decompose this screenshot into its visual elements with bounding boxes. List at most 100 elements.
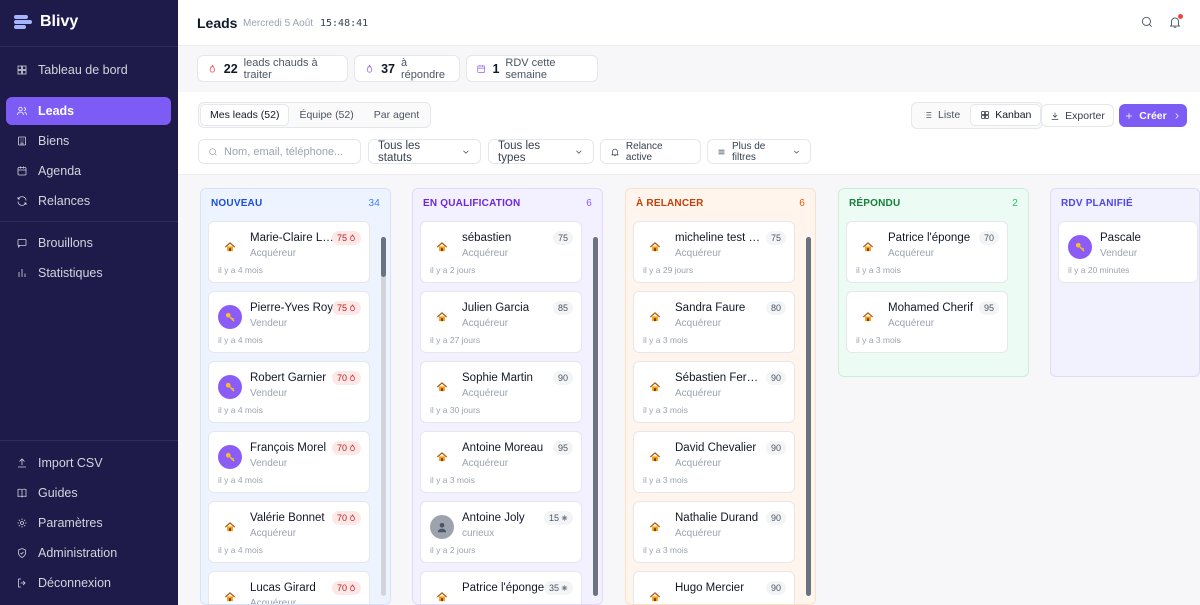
lead-role: Acquéreur [462, 458, 509, 469]
stat-to-answer[interactable]: 37 à répondre [354, 55, 460, 82]
sidebar-item-parametres[interactable]: Paramètres [6, 509, 171, 537]
house-avatar-icon [218, 515, 242, 539]
column-scrollbar[interactable] [806, 237, 811, 596]
create-button[interactable]: Créer [1119, 104, 1187, 127]
calendar-icon [16, 165, 28, 177]
stat-rdv-week[interactable]: 1 RDV cette semaine [466, 55, 598, 82]
page-title: Leads [197, 15, 238, 31]
sidebar-item-administration[interactable]: Administration [6, 539, 171, 567]
more-filters-button[interactable]: Plus de filtres [707, 139, 811, 164]
logout-icon [16, 577, 28, 589]
lead-name: Patrice l'éponge [462, 582, 545, 594]
lead-name: Antoine Moreau [462, 442, 544, 454]
lead-role: Acquéreur [675, 318, 722, 329]
lead-score-badge: 75 [552, 231, 573, 245]
lead-card[interactable]: Lucas Girard Acquéreur 70 [208, 571, 370, 604]
sidebar-item-agenda[interactable]: Agenda [6, 157, 171, 185]
column-count: 34 [368, 198, 380, 209]
lead-score: 70 [336, 443, 347, 453]
lead-role: Acquéreur [462, 248, 509, 259]
lead-name: Sandra Faure [675, 302, 746, 314]
lead-role: Vendeur [250, 458, 288, 469]
search-icon [209, 147, 217, 156]
lead-card[interactable]: sébastien Acquéreur il y a 2 jours 75 [420, 221, 582, 283]
lead-score-badge: 90 [552, 371, 573, 385]
search-icon[interactable] [1140, 15, 1154, 29]
status-filter-select[interactable]: Tous les statuts [368, 139, 481, 164]
lead-time: il y a 3 mois [643, 545, 688, 555]
book-icon [16, 487, 28, 499]
lead-card[interactable]: Pierre-Yves Roy Vendeur il y a 4 mois 75 [208, 291, 370, 353]
view-kanban-button[interactable]: Kanban [971, 105, 1041, 125]
tab-team[interactable]: Équipe (52) [290, 105, 362, 125]
lead-card[interactable]: Sandra Faure Acquéreur il y a 3 mois 80 [633, 291, 795, 353]
snowflake-icon [561, 515, 568, 521]
flame-icon [350, 374, 355, 382]
sidebar-item-label: Relances [38, 194, 91, 208]
column-title: NOUVEAU [211, 198, 263, 209]
scrollbar-thumb[interactable] [806, 237, 811, 596]
view-list-button[interactable]: Liste [914, 105, 969, 125]
sidebar-item-label: Tableau de bord [38, 63, 128, 77]
lead-card[interactable]: Mohamed Cherif Acquéreur il y a 3 mois 95 [846, 291, 1008, 353]
lead-card[interactable]: Robert Garnier Vendeur il y a 4 mois 70 [208, 361, 370, 423]
lead-score: 90 [770, 373, 781, 383]
tab-my-leads[interactable]: Mes leads (52) [201, 105, 289, 125]
search-input[interactable]: Nom, email, téléphone... [198, 139, 361, 164]
stat-hot-leads[interactable]: 22 leads chauds à traiter [197, 55, 348, 82]
lead-score-badge: 15 [543, 511, 573, 525]
sidebar-item-deconnexion[interactable]: Déconnexion [6, 569, 171, 597]
kanban-column-en-qualification: EN QUALIFICATION 6 sébastien Acquéreur il y … [412, 188, 603, 605]
lead-card[interactable]: Nathalie Durand Acquéreur il y a 3 mois 90 [633, 501, 795, 563]
lead-card[interactable]: micheline test 06 ... Acquéreur il y a 29 … [633, 221, 795, 283]
key-avatar-icon [218, 375, 242, 399]
lead-card[interactable]: Antoine Moreau Acquéreur il y a 3 mois 95 [420, 431, 582, 493]
house-avatar-icon [430, 375, 454, 399]
app-logo[interactable]: Blivy [14, 13, 78, 31]
lead-card[interactable]: David Chevalier Acquéreur il y a 3 mois 90 [633, 431, 795, 493]
calendar-icon [477, 64, 486, 73]
scrollbar-thumb[interactable] [593, 237, 598, 596]
lead-score-badge: 90 [765, 581, 786, 595]
export-button[interactable]: Exporter [1041, 104, 1114, 127]
lead-role: Acquéreur [250, 248, 297, 259]
lead-time: il y a 27 jours [430, 335, 481, 345]
lead-score-badge: 70 [331, 511, 361, 525]
lead-card[interactable]: Patrice l'éponge 35 [420, 571, 582, 604]
app-name: Blivy [40, 13, 79, 30]
column-scrollbar[interactable] [381, 237, 386, 596]
sidebar-item-tableau-de-bord[interactable]: Tableau de bord [6, 56, 171, 84]
lead-card[interactable]: Sophie Martin Acquéreur il y a 30 jours 90 [420, 361, 582, 423]
sidebar-item-biens[interactable]: Biens [6, 127, 171, 155]
sidebar-item-statistiques[interactable]: Statistiques [6, 259, 171, 287]
sidebar-item-relances[interactable]: Relances [6, 187, 171, 215]
scope-tabs: Mes leads (52) Équipe (52) Par agent [198, 102, 432, 128]
lead-card[interactable]: Valérie Bonnet Acquéreur il y a 4 mois 70 [208, 501, 370, 563]
house-avatar-icon [218, 585, 242, 604]
lead-name: Nathalie Durand [675, 512, 759, 524]
type-filter-select[interactable]: Tous les types [488, 139, 594, 164]
column-scrollbar[interactable] [593, 237, 598, 596]
lead-card[interactable]: Sébastien Fernan... Acquéreur il y a 3 moi… [633, 361, 795, 423]
lead-time: il y a 3 mois [643, 475, 688, 485]
sidebar-item-leads[interactable]: Leads [6, 97, 171, 125]
house-avatar-icon [430, 585, 454, 604]
sidebar-item-brouillons[interactable]: Brouillons [6, 229, 171, 257]
lead-card[interactable]: Patrice l'éponge Acquéreur il y a 3 mois 70 [846, 221, 1008, 283]
lead-card[interactable]: Pascale Vendeur il y a 20 minutes [1058, 221, 1198, 283]
lead-card[interactable]: Hugo Mercier 90 [633, 571, 795, 604]
relance-active-toggle[interactable]: Relance active [600, 139, 701, 164]
lead-card[interactable]: Antoine Joly curieux il y a 2 jours 15 [420, 501, 582, 563]
scrollbar-thumb[interactable] [381, 237, 386, 277]
lead-card[interactable]: Marie-Claire Le... Acquéreur il y a 4 mois… [208, 221, 370, 283]
sidebar-item-label: Administration [38, 546, 118, 560]
lead-card[interactable]: François Morel Vendeur il y a 4 mois 70 [208, 431, 370, 493]
lead-card[interactable]: Julien Garcia Acquéreur il y a 27 jours 85 [420, 291, 582, 353]
sidebar-item-import-csv[interactable]: Import CSV [6, 449, 171, 477]
flame-icon [366, 64, 373, 73]
tab-by-agent[interactable]: Par agent [365, 105, 429, 125]
lead-time: il y a 4 mois [218, 335, 263, 345]
lead-role: Acquéreur [462, 388, 509, 399]
bell-icon[interactable] [1168, 14, 1183, 29]
sidebar-item-guides[interactable]: Guides [6, 479, 171, 507]
